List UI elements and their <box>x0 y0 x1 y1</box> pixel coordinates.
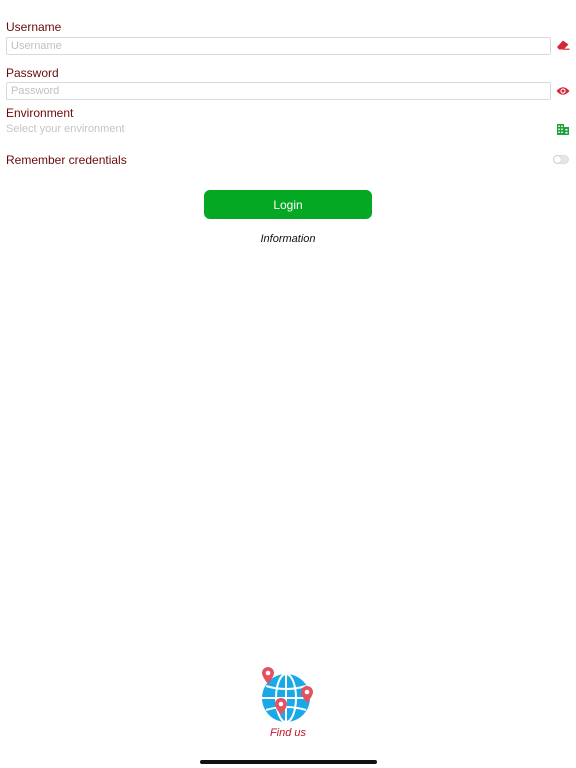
toggle-knob <box>554 156 561 163</box>
username-input[interactable] <box>6 37 551 55</box>
remember-credentials-label: Remember credentials <box>6 153 127 167</box>
environment-select[interactable]: Select your environment <box>6 123 125 135</box>
find-us-link[interactable]: Find us <box>0 727 576 739</box>
eraser-icon[interactable] <box>556 39 570 51</box>
login-button[interactable]: Login <box>204 190 372 219</box>
information-link[interactable]: Information <box>0 233 576 245</box>
globe-map-pins-icon[interactable] <box>258 664 318 724</box>
password-label: Password <box>6 66 59 80</box>
home-indicator <box>200 760 377 764</box>
remember-credentials-toggle[interactable] <box>553 155 569 164</box>
password-input[interactable] <box>6 82 551 100</box>
username-label: Username <box>6 20 62 34</box>
building-icon[interactable] <box>557 124 569 135</box>
environment-label: Environment <box>6 106 74 120</box>
eye-icon[interactable] <box>556 86 570 96</box>
login-screen: Username Password Environment Select you… <box>0 0 576 768</box>
